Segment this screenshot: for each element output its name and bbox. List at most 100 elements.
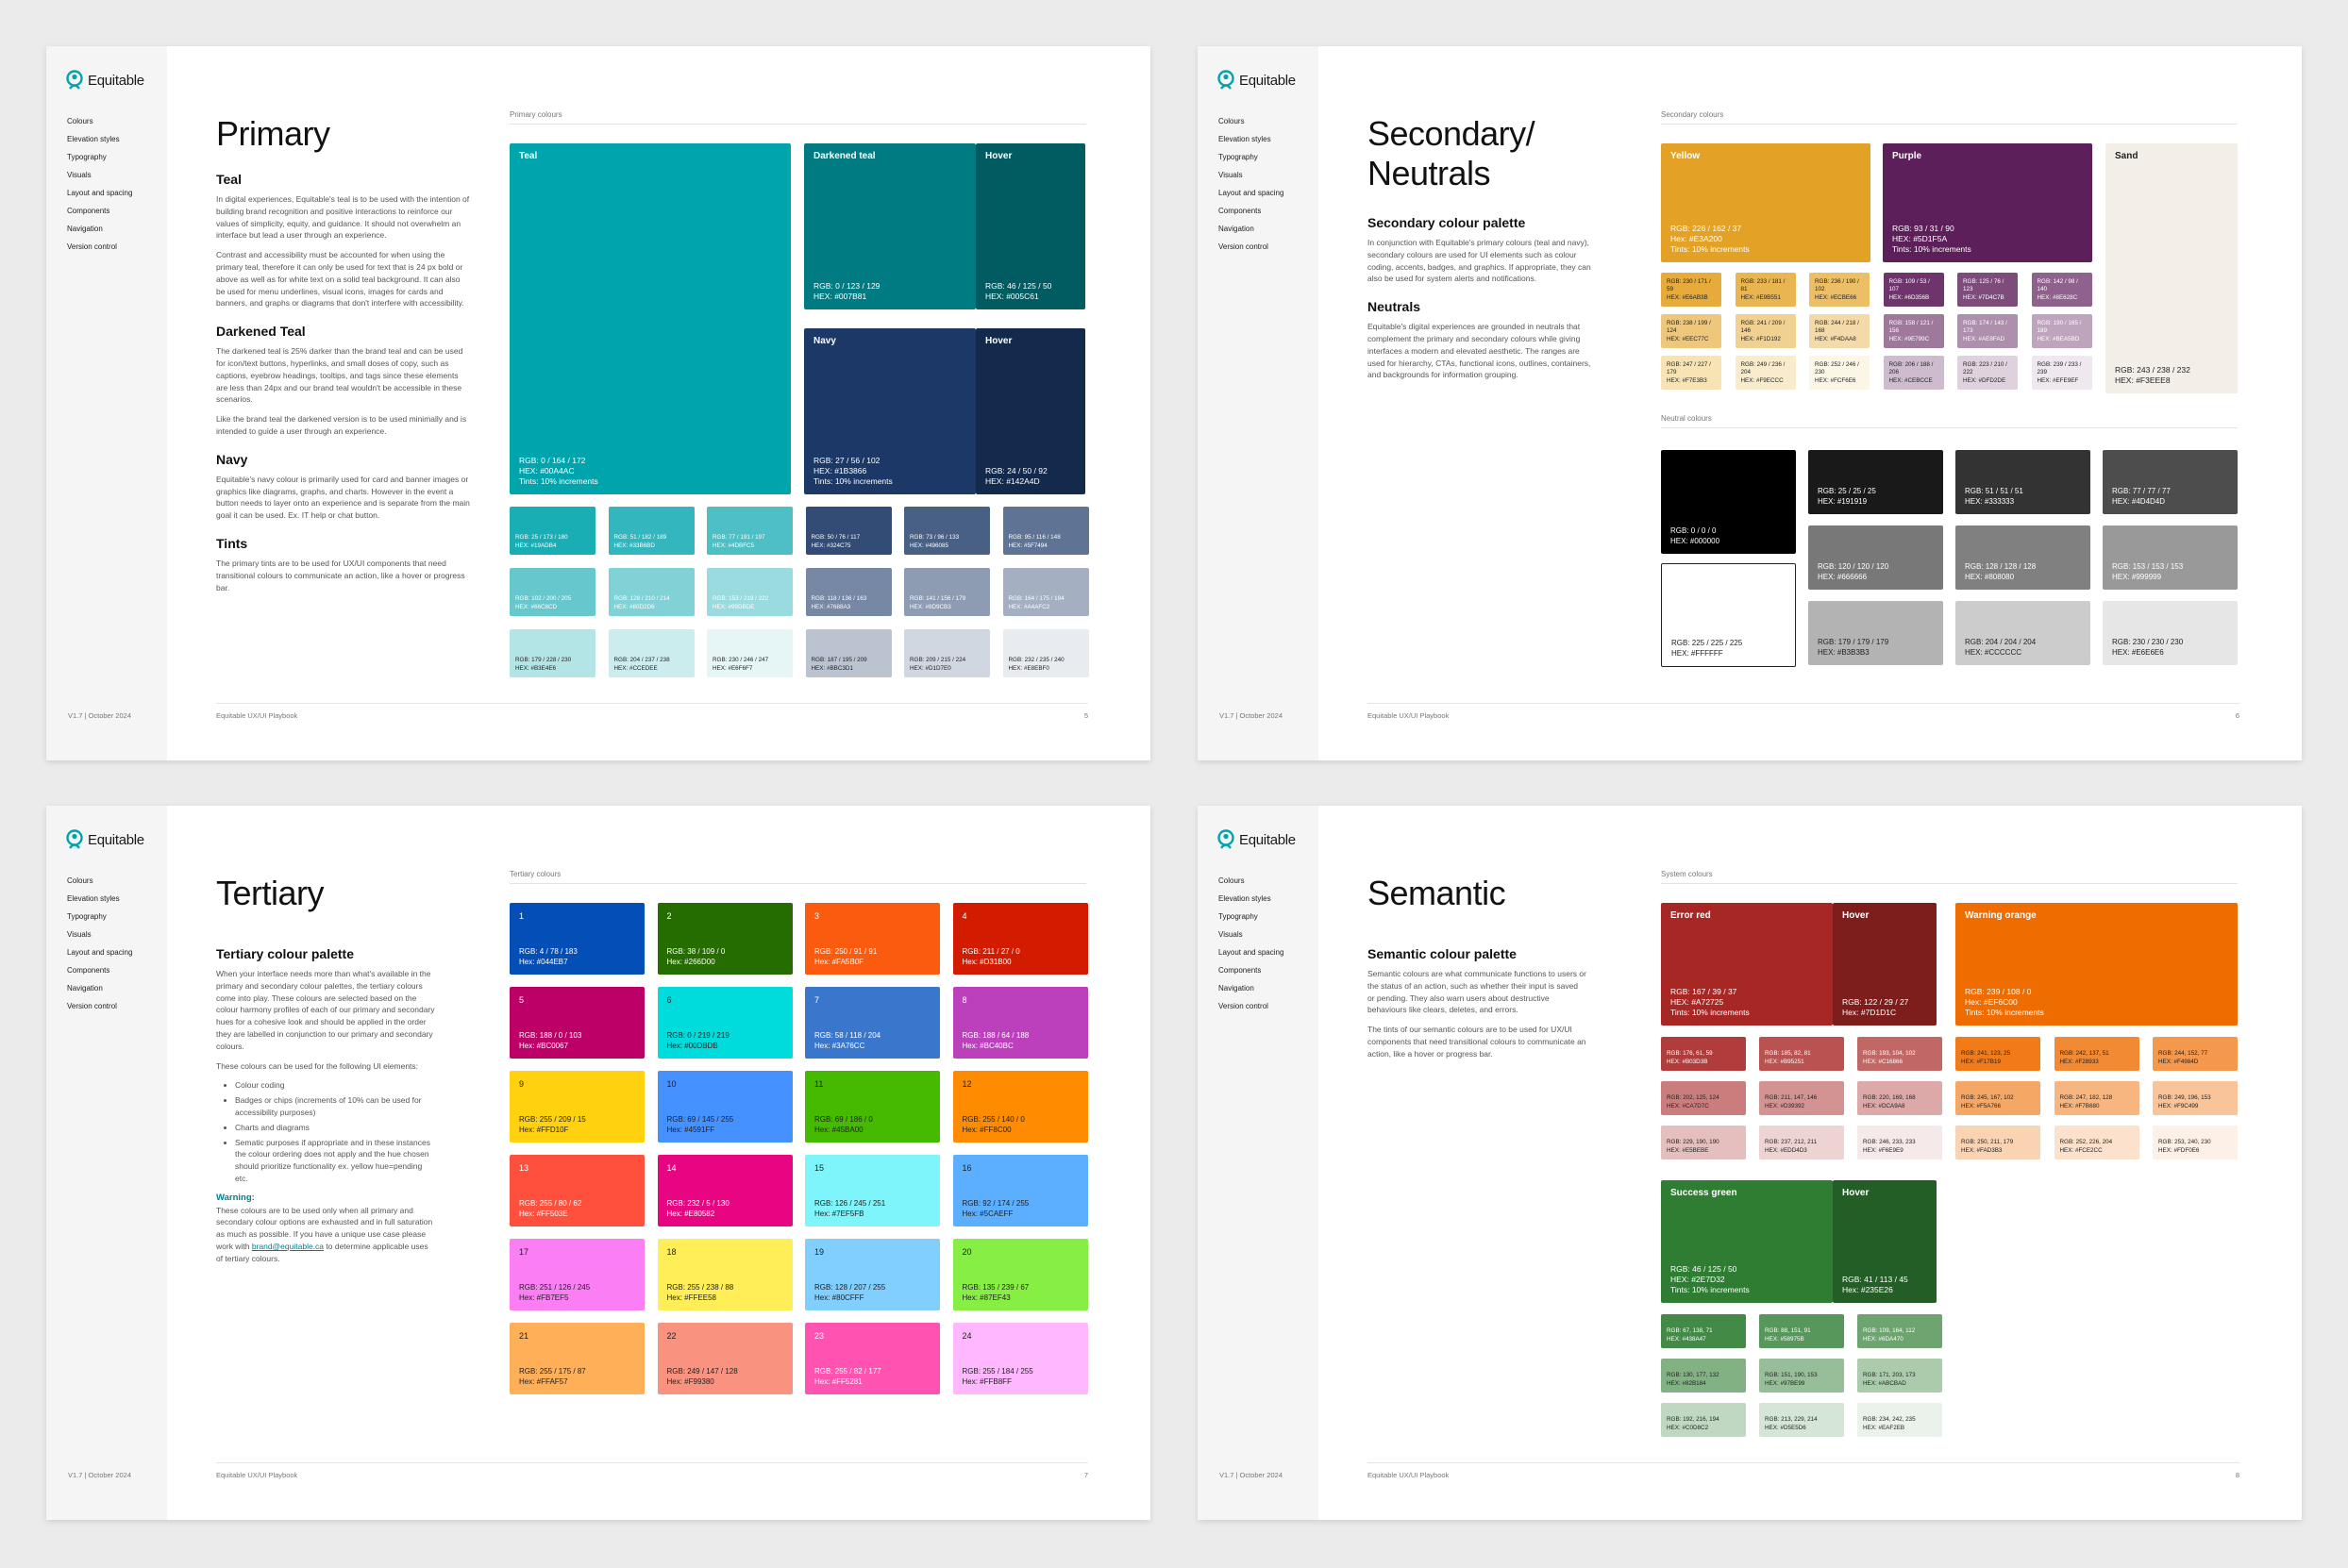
sidebar-item-colours[interactable]: Colours (67, 112, 132, 130)
sidebar-item-typography[interactable]: Typography (1218, 148, 1283, 166)
sidebar-item-layout-and-spacing[interactable]: Layout and spacing (1218, 943, 1283, 961)
tertiary-swatch-4[interactable]: 4 RGB: 211 / 27 / 0 Hex: #D31B00 (952, 903, 1088, 975)
color-swatch[interactable]: RGB: 141 / 156 / 179 HEX: #8D9CB3 (904, 568, 990, 616)
tertiary-swatch-22[interactable]: 22 RGB: 249 / 147 / 128 Hex: #F99380 (657, 1323, 793, 1394)
color-swatch[interactable]: RGB: 233 / 181 / 81 HEX: #E9B551 (1735, 273, 1796, 307)
sidebar-item-elevation-styles[interactable]: Elevation styles (1218, 130, 1283, 148)
color-swatch[interactable]: RGB: 142 / 98 / 140 HEX: #8E628C (2031, 273, 2092, 307)
color-swatch[interactable]: RGB: 252 / 246 / 230 HEX: #FCF6E6 (1809, 356, 1870, 390)
sidebar-item-elevation-styles[interactable]: Elevation styles (67, 130, 132, 148)
color-swatch[interactable]: RGB: 225 / 225 / 225 HEX: #FFFFFF (1661, 563, 1796, 667)
color-swatch[interactable]: RGB: 192, 216, 194 HEX: #C0D8C2 (1661, 1403, 1746, 1437)
sidebar-item-elevation-styles[interactable]: Elevation styles (67, 890, 132, 908)
color-swatch[interactable]: RGB: 95 / 116 / 148 HEX: #5F7494 (1002, 507, 1089, 555)
color-swatch[interactable]: RGB: 230 / 246 / 247 HEX: #E6F6F7 (707, 629, 793, 677)
tertiary-swatch-7[interactable]: 7 RGB: 58 / 118 / 204 Hex: #3A76CC (805, 987, 940, 1059)
color-swatch[interactable]: RGB: 187 / 195 / 209 HEX: #BBC3D1 (805, 629, 892, 677)
color-swatch[interactable]: RGB: 232 / 235 / 240 HEX: #E8EBF0 (1002, 629, 1089, 677)
color-swatch[interactable]: RGB: 241, 123, 25 HEX: #F17B19 (1955, 1037, 2040, 1071)
color-swatch[interactable]: RGB: 51 / 182 / 189 HEX: #33B6BD (608, 507, 695, 555)
color-swatch[interactable]: RGB: 185, 82, 81 HEX: #B95251 (1759, 1037, 1844, 1071)
color-swatch[interactable]: RGB: 190 / 165 / 189 HEX: #BEA5BD (2031, 314, 2092, 348)
swatch-teal[interactable]: Teal RGB: 0 / 164 / 172 HEX: #00A4AC Tints… (510, 143, 791, 494)
color-swatch[interactable]: RGB: 253, 240, 230 HEX: #FDF0E6 (2153, 1126, 2238, 1159)
color-swatch[interactable]: RGB: 234, 242, 235 HEX: #EAF2EB (1857, 1403, 1942, 1437)
color-swatch[interactable]: RGB: 247, 182, 128 HEX: #F7B680 (2054, 1081, 2139, 1115)
swatch-error-hover[interactable]: Hover RGB: 122 / 29 / 27 Hex: #7D1D1C (1833, 903, 1937, 1026)
tertiary-swatch-1[interactable]: 1 RGB: 4 / 78 / 183 Hex: #044EB7 (510, 903, 645, 975)
color-swatch[interactable]: RGB: 50 / 76 / 117 HEX: #324C75 (805, 507, 892, 555)
tertiary-swatch-14[interactable]: 14 RGB: 232 / 5 / 130 Hex: #E80582 (657, 1155, 793, 1226)
tertiary-swatch-5[interactable]: 5 RGB: 188 / 0 / 103 Hex: #BC0067 (510, 987, 645, 1059)
color-swatch[interactable]: RGB: 230 / 230 / 230 HEX: #E6E6E6 (2103, 601, 2238, 665)
sidebar-item-typography[interactable]: Typography (67, 148, 132, 166)
color-swatch[interactable]: RGB: 238 / 199 / 124 HEX: #EEC77C (1661, 314, 1721, 348)
color-swatch[interactable]: RGB: 202, 125, 124 HEX: #CA7D7C (1661, 1081, 1746, 1115)
sidebar-item-layout-and-spacing[interactable]: Layout and spacing (1218, 184, 1283, 202)
tertiary-swatch-24[interactable]: 24 RGB: 255 / 184 / 255 Hex: #FFB8FF (952, 1323, 1088, 1394)
color-swatch[interactable]: RGB: 211, 147, 146 HEX: #D39392 (1759, 1081, 1844, 1115)
sidebar-item-layout-and-spacing[interactable]: Layout and spacing (67, 184, 132, 202)
tertiary-swatch-19[interactable]: 19 RGB: 128 / 207 / 255 Hex: #80CFFF (805, 1239, 940, 1310)
tertiary-swatch-17[interactable]: 17 RGB: 251 / 126 / 245 Hex: #FB7EF5 (510, 1239, 645, 1310)
color-swatch[interactable]: RGB: 153 / 153 / 153 HEX: #999999 (2103, 525, 2238, 590)
color-swatch[interactable]: RGB: 25 / 25 / 25 HEX: #191919 (1808, 450, 1943, 514)
sidebar-item-components[interactable]: Components (1218, 202, 1283, 220)
swatch-navy[interactable]: Navy RGB: 27 / 56 / 102 HEX: #1B3866 Tints… (804, 328, 976, 494)
color-swatch[interactable]: RGB: 249 / 236 / 204 HEX: #F9ECCC (1735, 356, 1796, 390)
swatch-darkened-teal-hover[interactable]: Hover RGB: 46 / 125 / 50 HEX: #005C61 (976, 143, 1085, 309)
color-swatch[interactable]: RGB: 206 / 188 / 206 HEX: #CEBCCE (1883, 356, 1944, 390)
color-swatch[interactable]: RGB: 239 / 233 / 239 HEX: #EFE9EF (2031, 356, 2092, 390)
color-swatch[interactable]: RGB: 118 / 136 / 163 HEX: #7688A3 (805, 568, 892, 616)
swatch-yellow[interactable]: Yellow RGB: 226 / 162 / 37 Hex: #E3A200 Ti… (1661, 143, 1870, 262)
color-swatch[interactable]: RGB: 250, 211, 179 HEX: #FAD3B3 (1955, 1126, 2040, 1159)
sidebar-item-navigation[interactable]: Navigation (1218, 220, 1283, 238)
color-swatch[interactable]: RGB: 244, 152, 77 HEX: #F4984D (2153, 1037, 2238, 1071)
color-swatch[interactable]: RGB: 236 / 190 / 102 HEX: #ECBE66 (1809, 273, 1870, 307)
color-swatch[interactable]: RGB: 244 / 218 / 168 HEX: #F4DAA8 (1809, 314, 1870, 348)
swatch-success-green[interactable]: Success green RGB: 46 / 125 / 50 HEX: #2E… (1661, 1180, 1833, 1303)
tertiary-swatch-9[interactable]: 9 RGB: 255 / 209 / 15 Hex: #FFD10F (510, 1071, 645, 1143)
color-swatch[interactable]: RGB: 158 / 121 / 156 HEX: #9E799C (1883, 314, 1944, 348)
color-swatch[interactable]: RGB: 151, 190, 153 HEX: #97BE99 (1759, 1359, 1844, 1393)
tertiary-swatch-21[interactable]: 21 RGB: 255 / 175 / 87 Hex: #FFAF57 (510, 1323, 645, 1394)
tertiary-swatch-15[interactable]: 15 RGB: 126 / 245 / 251 Hex: #7EF5FB (805, 1155, 940, 1226)
color-swatch[interactable]: RGB: 229, 190, 190 HEX: #E5BEBE (1661, 1126, 1746, 1159)
sidebar-item-components[interactable]: Components (67, 961, 132, 979)
color-swatch[interactable]: RGB: 153 / 219 / 222 HEX: #99DBDE (707, 568, 793, 616)
tertiary-swatch-6[interactable]: 6 RGB: 0 / 219 / 219 Hex: #00DBDB (657, 987, 793, 1059)
color-swatch[interactable]: RGB: 223 / 210 / 222 HEX: #DFD2DE (1957, 356, 2018, 390)
brand-email-link[interactable]: brand@equitable.ca (252, 1242, 324, 1251)
tertiary-swatch-3[interactable]: 3 RGB: 250 / 91 / 91 Hex: #FA5B0F (805, 903, 940, 975)
color-swatch[interactable]: RGB: 25 / 173 / 180 HEX: #19ADB4 (510, 507, 595, 555)
sidebar-item-visuals[interactable]: Visuals (1218, 926, 1283, 943)
swatch-warning-orange[interactable]: Warning orange RGB: 239 / 108 / 0 Hex: #E… (1955, 903, 2238, 1026)
sidebar-item-colours[interactable]: Colours (1218, 112, 1283, 130)
color-swatch[interactable]: RGB: 246, 233, 233 HEX: #F6E9E9 (1857, 1126, 1942, 1159)
sidebar-item-version-control[interactable]: Version control (67, 238, 132, 256)
tertiary-swatch-10[interactable]: 10 RGB: 69 / 145 / 255 Hex: #4591FF (657, 1071, 793, 1143)
color-swatch[interactable]: RGB: 67, 138, 71 HEX: #438A47 (1661, 1314, 1746, 1348)
color-swatch[interactable]: RGB: 128 / 210 / 214 HEX: #80D2D6 (608, 568, 695, 616)
color-swatch[interactable]: RGB: 171, 203, 173 HEX: #ABCBAD (1857, 1359, 1942, 1393)
sidebar-item-components[interactable]: Components (1218, 961, 1283, 979)
color-swatch[interactable]: RGB: 204 / 237 / 238 HEX: #CCEDEE (608, 629, 695, 677)
color-swatch[interactable]: RGB: 164 / 175 / 194 HEX: #A4AFC2 (1002, 568, 1089, 616)
color-swatch[interactable]: RGB: 237, 212, 211 HEX: #EDD4D3 (1759, 1126, 1844, 1159)
tertiary-swatch-11[interactable]: 11 RGB: 69 / 186 / 0 Hex: #45BA00 (805, 1071, 940, 1143)
color-swatch[interactable]: RGB: 102 / 200 / 205 HEX: #66C8CD (510, 568, 595, 616)
color-swatch[interactable]: RGB: 247 / 227 / 179 HEX: #F7E3B3 (1661, 356, 1721, 390)
color-swatch[interactable]: RGB: 130, 177, 132 HEX: #82B184 (1661, 1359, 1746, 1393)
tertiary-swatch-20[interactable]: 20 RGB: 135 / 239 / 67 Hex: #87EF43 (952, 1239, 1088, 1310)
sidebar-item-layout-and-spacing[interactable]: Layout and spacing (67, 943, 132, 961)
color-swatch[interactable]: RGB: 220, 169, 168 HEX: #DCA9A8 (1857, 1081, 1942, 1115)
color-swatch[interactable]: RGB: 73 / 96 / 133 HEX: #496085 (904, 507, 990, 555)
sidebar-item-version-control[interactable]: Version control (1218, 997, 1283, 1015)
color-swatch[interactable]: RGB: 109 / 53 / 107 HEX: #6D356B (1883, 273, 1944, 307)
sidebar-item-components[interactable]: Components (67, 202, 132, 220)
sidebar-item-visuals[interactable]: Visuals (67, 926, 132, 943)
color-swatch[interactable]: RGB: 51 / 51 / 51 HEX: #333333 (1955, 450, 2090, 514)
color-swatch[interactable]: RGB: 241 / 209 / 146 HEX: #F1D192 (1735, 314, 1796, 348)
sidebar-item-navigation[interactable]: Navigation (1218, 979, 1283, 997)
color-swatch[interactable]: RGB: 128 / 128 / 128 HEX: #808080 (1955, 525, 2090, 590)
